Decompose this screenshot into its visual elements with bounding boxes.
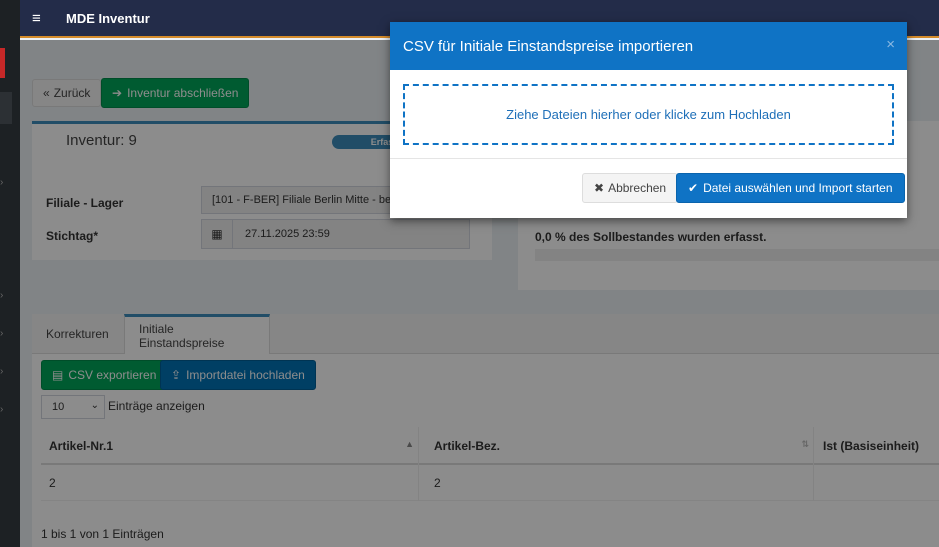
cancel-button[interactable]: ✖ Abbrechen: [582, 173, 679, 203]
progress-text: 0,0 % des Sollbestandes wurden erfasst.: [535, 230, 767, 244]
calendar-icon[interactable]: ▦: [201, 219, 233, 249]
page-length-select[interactable]: 10 ⌄: [41, 395, 105, 419]
column-header[interactable]: Ist (Basiseinheit): [815, 427, 939, 465]
tab-content: ▤ CSV exportieren ⇪ Importdatei hochlade…: [32, 354, 939, 547]
arrow-right-icon: ➔: [112, 86, 123, 100]
column-header[interactable]: Artikel-Bez. ⇅: [426, 427, 814, 465]
sidebar-collapse-icon[interactable]: ›: [0, 328, 3, 339]
angle-left-icon: «: [43, 86, 50, 100]
cancel-button-label: Abbrechen: [608, 181, 667, 195]
modal-title: CSV für Initiale Einstandspreise importi…: [403, 37, 694, 55]
print-icon: ▤: [52, 368, 64, 382]
date-label: Stichtag*: [46, 229, 99, 243]
sort-asc-icon: ▲: [405, 439, 414, 449]
select-and-import-button[interactable]: ✔ Datei auswählen und Import starten: [676, 173, 905, 203]
back-button-label: Zurück: [53, 86, 91, 100]
close-icon[interactable]: ×: [886, 36, 895, 53]
table-cell: [815, 465, 939, 501]
sidebar-collapse-icon[interactable]: ›: [0, 290, 3, 301]
check-icon: ✔: [688, 181, 699, 195]
data-table: Artikel-Nr.1 ▲ Artikel-Bez. ⇅ Ist (Basis…: [41, 427, 939, 515]
tab-bar: Korrekturen Initiale Einstandspreise: [32, 314, 939, 354]
sidebar-item[interactable]: [0, 92, 12, 124]
tab-korrekturen[interactable]: Korrekturen: [32, 314, 123, 354]
sort-icon: ⇅: [801, 439, 809, 449]
column-header[interactable]: Artikel-Nr.1 ▲: [41, 427, 419, 465]
progress-bar: [535, 249, 939, 261]
table-info: 1 bis 1 von 1 Einträgen: [41, 527, 164, 541]
finish-inventory-label: Inventur abschließen: [127, 86, 239, 100]
export-csv-button[interactable]: ▤ CSV exportieren: [41, 360, 168, 390]
tab-initial-prices[interactable]: Initiale Einstandspreise: [124, 314, 270, 354]
table-cell: 2: [426, 465, 814, 501]
upload-import-label: Importdatei hochladen: [186, 368, 305, 382]
table-cell: 2: [41, 465, 419, 501]
sidebar-active-marker: [0, 48, 5, 78]
close-x-icon: ✖: [594, 181, 605, 195]
modal-footer: ✖ Abbrechen ✔ Datei auswählen und Import…: [390, 158, 907, 218]
column-header-label: Ist (Basiseinheit): [823, 439, 920, 453]
branch-label: Filiale - Lager: [46, 196, 124, 210]
back-button[interactable]: « Zurück: [32, 79, 102, 107]
page-length-value: 10: [52, 401, 65, 413]
upload-import-button[interactable]: ⇪ Importdatei hochladen: [160, 360, 316, 390]
hamburger-icon[interactable]: ≡: [32, 10, 41, 27]
inventory-title: Inventur: 9: [66, 132, 137, 149]
column-header-label: Artikel-Nr.1: [49, 439, 114, 453]
sidebar-collapse-icon[interactable]: ›: [0, 366, 3, 377]
sidebar-collapse-icon[interactable]: ›: [0, 404, 3, 415]
chevron-down-icon: ⌄: [90, 400, 99, 411]
modal-header: CSV für Initiale Einstandspreise importi…: [390, 22, 907, 70]
select-and-import-label: Datei auswählen und Import starten: [703, 181, 893, 195]
upload-icon: ⇪: [171, 368, 182, 382]
app-title: MDE Inventur: [66, 11, 150, 26]
column-header-label: Artikel-Bez.: [434, 439, 501, 453]
file-dropzone[interactable]: Ziehe Dateien hierher oder klicke zum Ho…: [403, 84, 894, 145]
table-row[interactable]: 2 2: [41, 465, 939, 501]
export-csv-label: CSV exportieren: [68, 368, 157, 382]
finish-inventory-button[interactable]: ➔ Inventur abschließen: [101, 78, 250, 108]
sidebar: › › › › ›: [0, 0, 20, 547]
date-field[interactable]: 27.11.2025 23:59: [232, 219, 470, 249]
import-modal: CSV für Initiale Einstandspreise importi…: [390, 22, 907, 218]
sidebar-collapse-icon[interactable]: ›: [0, 177, 3, 188]
table-header: Artikel-Nr.1 ▲ Artikel-Bez. ⇅ Ist (Basis…: [41, 427, 939, 465]
page-length-suffix: Einträge anzeigen: [108, 399, 205, 413]
